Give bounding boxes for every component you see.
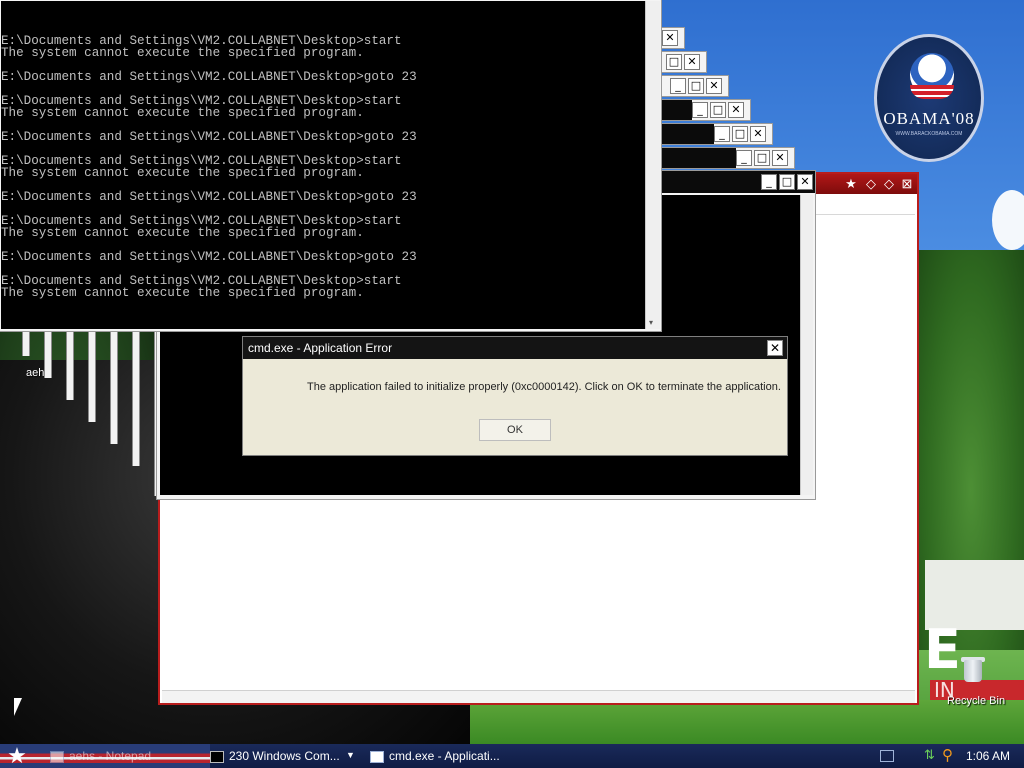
recycle-bin-icon[interactable]: [958, 656, 988, 686]
clock[interactable]: 1:06 AM: [966, 744, 1010, 768]
taskbar-item-notepad[interactable]: aehs - Notepad: [50, 746, 200, 766]
console-line: E:\Documents and Settings\VM2.COLLABNET\…: [1, 190, 417, 204]
maximize-button[interactable]: □: [710, 102, 726, 118]
vertical-scrollbar[interactable]: ▾: [645, 1, 660, 329]
maximize-button[interactable]: □: [666, 54, 682, 70]
error-dialog[interactable]: cmd.exe - Application Error ✕ The applic…: [242, 336, 788, 456]
minimize-button[interactable]: _: [670, 78, 686, 94]
minimize-button[interactable]: _: [692, 102, 708, 118]
restore-icon[interactable]: ◇: [881, 176, 897, 192]
cmd-icon: [210, 750, 224, 763]
system-tray: ⇅ ⚲ 1:06 AM: [872, 744, 1024, 768]
search-icon[interactable]: ⚲: [942, 746, 953, 764]
console-text: E:\Documents and Settings\VM2.COLLABNET\…: [1, 25, 645, 300]
pin-icon[interactable]: ◇: [863, 176, 879, 192]
close-icon[interactable]: ⊠: [899, 176, 915, 192]
console-line: The system cannot execute the specified …: [1, 286, 364, 300]
dialog-title[interactable]: cmd.exe - Application Error: [243, 337, 787, 359]
network-icon[interactable]: ⇅: [924, 747, 935, 763]
ok-button[interactable]: OK: [479, 419, 551, 441]
scroll-down-arrow-icon[interactable]: ▾: [649, 318, 653, 327]
maximize-button[interactable]: □: [779, 174, 795, 190]
maximize-button[interactable]: □: [688, 78, 704, 94]
lawn-scenery: [460, 700, 1024, 744]
minimize-button[interactable]: _: [714, 126, 730, 142]
partial-e-letter: E: [924, 618, 961, 681]
console-window-front[interactable]: E:\Documents and Settings\VM2.COLLABNET\…: [0, 0, 662, 332]
dialog-message: The application failed to initialize pro…: [307, 381, 781, 393]
maximize-button[interactable]: □: [754, 150, 770, 166]
console-line: E:\Documents and Settings\VM2.COLLABNET\…: [1, 70, 417, 84]
cloud: [992, 190, 1024, 250]
window-icon: [370, 750, 384, 763]
cascaded-titlebar[interactable]: _ □ ✕: [640, 148, 794, 168]
notepad-icon: [50, 750, 64, 763]
console-line: E:\Documents and Settings\VM2.COLLABNET\…: [1, 130, 417, 144]
close-button[interactable]: ✕: [684, 54, 700, 70]
star-icon[interactable]: ★: [843, 176, 859, 192]
keyboard-icon[interactable]: [880, 750, 894, 762]
minimize-button[interactable]: _: [736, 150, 752, 166]
taskbar-item-label: cmd.exe - Applicati...: [389, 749, 500, 763]
close-button[interactable]: ✕: [728, 102, 744, 118]
mouse-cursor-icon: [14, 698, 22, 716]
close-button[interactable]: ✕: [797, 174, 813, 190]
close-button[interactable]: ✕: [750, 126, 766, 142]
maximize-button[interactable]: □: [732, 126, 748, 142]
stripes-emblem-icon: [910, 85, 954, 99]
close-button[interactable]: ✕: [772, 150, 788, 166]
recycle-bin-label[interactable]: Recycle Bin: [947, 695, 1005, 707]
obama-logo: OBAMA'08 WWW.BARACKOBAMA.COM: [874, 34, 984, 162]
minimize-button[interactable]: _: [761, 174, 777, 190]
console-line: The system cannot execute the specified …: [1, 106, 364, 120]
group-dropdown-arrow-icon[interactable]: ▼: [346, 750, 355, 760]
logo-text: OBAMA'08: [883, 109, 975, 128]
start-button[interactable]: ★: [4, 745, 30, 767]
console-line: E:\Documents and Settings\VM2.COLLABNET\…: [1, 250, 417, 264]
console-line: The system cannot execute the specified …: [1, 166, 364, 180]
desktop-icon-label[interactable]: aeh: [26, 367, 44, 379]
taskbar-item-label: 230 Windows Com...: [229, 749, 340, 763]
console-line: The system cannot execute the specified …: [1, 226, 364, 240]
taskbar-item-label: aehs - Notepad: [69, 749, 152, 763]
console-output: E:\Documents and Settings\VM2.COLLABNET\…: [1, 1, 645, 329]
taskbar: ★ aehs - Notepad 230 Windows Com... ▼ cm…: [0, 744, 1024, 768]
taskbar-item-error-dialog[interactable]: cmd.exe - Applicati...: [370, 746, 520, 766]
close-button[interactable]: ✕: [706, 78, 722, 94]
console-line: The system cannot execute the specified …: [1, 46, 364, 60]
close-button[interactable]: ✕: [662, 30, 678, 46]
horizontal-scrollbar[interactable]: [162, 690, 915, 703]
logo-url: WWW.BARACKOBAMA.COM: [895, 131, 963, 137]
recycle-bin-can: [964, 660, 982, 682]
dialog-close-button[interactable]: ✕: [767, 340, 783, 356]
taskbar-item-cmd-group[interactable]: 230 Windows Com...: [210, 746, 360, 766]
vertical-scrollbar[interactable]: [800, 195, 813, 495]
